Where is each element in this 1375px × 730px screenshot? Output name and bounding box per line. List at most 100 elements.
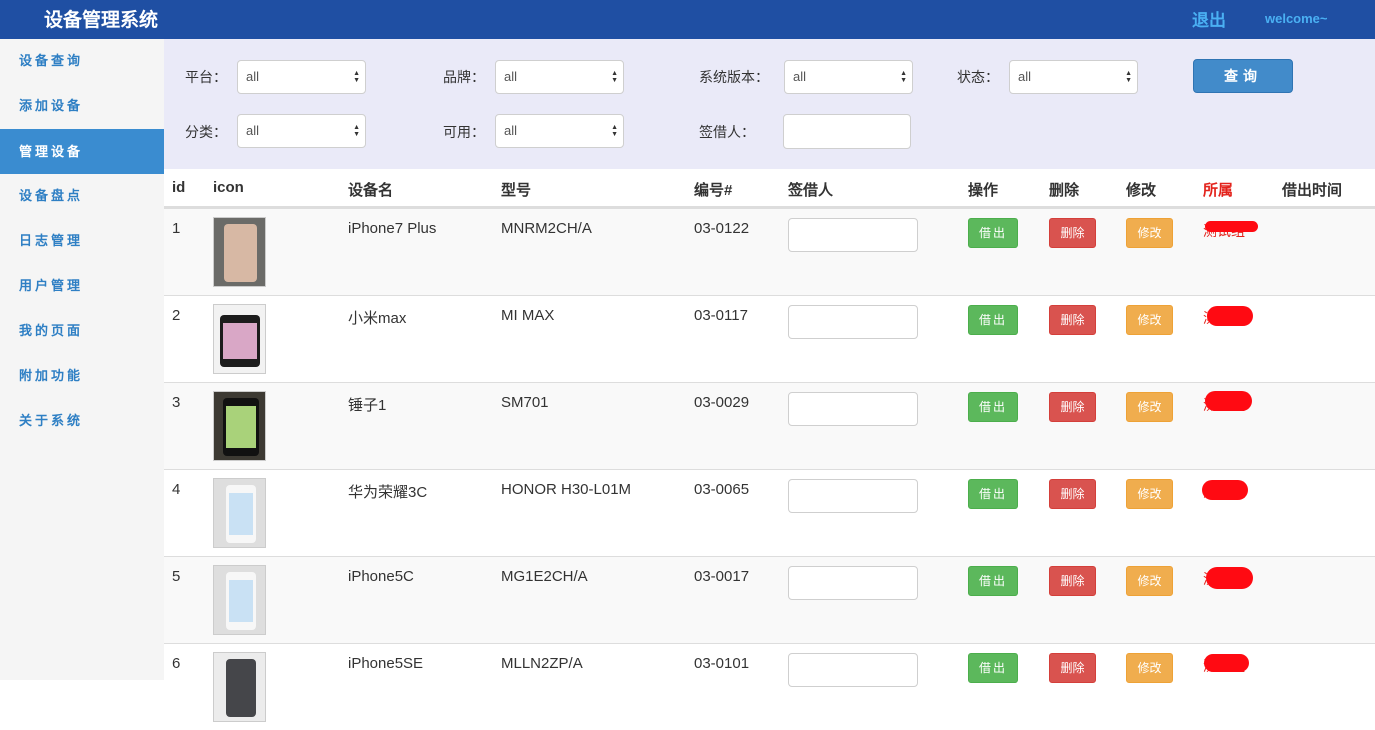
borrow-button[interactable]: 借出 <box>968 566 1018 596</box>
platform-select[interactable]: all ▲ ▼ <box>237 60 366 94</box>
welcome-text: welcome~ <box>1265 11 1328 26</box>
os-version-select[interactable]: all ▲ ▼ <box>784 60 913 94</box>
cell-device-name: 小米max <box>348 310 407 327</box>
phone-screen <box>229 493 253 535</box>
edit-button[interactable]: 修改 <box>1126 653 1173 683</box>
table-row: 6iPhone5SEMLLN2ZP/A03-0101借出删除修改测试组 <box>164 643 1375 730</box>
borrow-button[interactable]: 借出 <box>968 392 1018 422</box>
redaction-mark <box>1205 391 1252 411</box>
sidebar-item-8[interactable]: 关于系统 <box>0 398 164 443</box>
borrow-button[interactable]: 借出 <box>968 653 1018 683</box>
edit-button[interactable]: 修改 <box>1126 392 1173 422</box>
borrower-input[interactable] <box>788 218 918 252</box>
device-thumbnail <box>213 217 266 287</box>
borrower-input[interactable] <box>788 653 918 687</box>
device-thumbnail <box>213 652 266 722</box>
sidebar-item-5[interactable]: 用户管理 <box>0 263 164 308</box>
phone-shape <box>223 398 259 456</box>
table-row: 2小米maxMI MAX03-0117借出删除修改测试组 <box>164 295 1375 382</box>
column-header: icon <box>213 179 244 196</box>
cell-id: 1 <box>172 220 181 237</box>
cell-model: SM701 <box>501 394 549 411</box>
column-header: 修改 <box>1126 182 1157 199</box>
borrow-button[interactable]: 借出 <box>968 218 1018 248</box>
delete-button[interactable]: 删除 <box>1049 218 1096 248</box>
sidebar: 设备查询 添加设备 管理设备 设备盘点 日志管理 用户管理 我的页面 附加功能 关于系统 <box>0 39 164 680</box>
cell-id: 4 <box>172 481 181 498</box>
borrower-input[interactable] <box>788 479 918 513</box>
cell-id: 2 <box>172 307 181 324</box>
device-thumbnail <box>213 565 266 635</box>
category-select-value: all <box>246 123 260 138</box>
cell-code: 03-0029 <box>694 394 750 411</box>
borrow-button[interactable]: 借出 <box>968 305 1018 335</box>
query-button[interactable]: 查询 <box>1193 59 1293 93</box>
cell-id: 3 <box>172 394 181 411</box>
sidebar-item-4[interactable]: 日志管理 <box>0 218 164 263</box>
os-version-label: 系统版本： <box>699 69 769 85</box>
select-arrows-icon: ▲ ▼ <box>611 70 618 84</box>
cell-model: MNRM2CH/A <box>501 220 592 237</box>
delete-button[interactable]: 删除 <box>1049 566 1096 596</box>
delete-button[interactable]: 删除 <box>1049 305 1096 335</box>
brand-label: 品牌： <box>443 69 485 85</box>
redaction-mark <box>1202 480 1248 500</box>
sidebar-item-6[interactable]: 我的页面 <box>0 308 164 353</box>
borrower-input[interactable] <box>788 392 918 426</box>
cell-id: 5 <box>172 568 181 585</box>
cell-code: 03-0117 <box>694 307 748 324</box>
logout-link[interactable]: 退出 <box>1192 6 1226 31</box>
available-select-value: all <box>504 123 518 138</box>
sidebar-item-2[interactable]: 管理设备 <box>0 129 164 174</box>
phone-shape <box>226 485 256 543</box>
cell-model: HONOR H30-L01M <box>501 481 632 498</box>
column-header: 型号 <box>501 182 532 199</box>
table-row: 1iPhone7 PlusMNRM2CH/A03-0122借出删除修改测试组 <box>164 208 1375 295</box>
borrow-button[interactable]: 借出 <box>968 479 1018 509</box>
delete-button[interactable]: 删除 <box>1049 653 1096 683</box>
select-arrows-icon: ▲ ▼ <box>353 124 360 138</box>
cell-code: 03-0017 <box>694 568 750 585</box>
column-header: 所属 <box>1203 182 1234 199</box>
sidebar-item-3[interactable]: 设备盘点 <box>0 173 164 218</box>
column-header: 签借人 <box>788 182 834 199</box>
device-thumbnail <box>213 304 266 374</box>
device-thumbnail <box>213 391 266 461</box>
edit-button[interactable]: 修改 <box>1126 218 1173 248</box>
cell-model: MI MAX <box>501 307 555 324</box>
phone-shape <box>224 224 257 282</box>
status-select[interactable]: all ▲ ▼ <box>1009 60 1138 94</box>
sidebar-item-0[interactable]: 设备查询 <box>0 38 164 83</box>
borrower-input[interactable] <box>788 566 918 600</box>
delete-button[interactable]: 删除 <box>1049 392 1096 422</box>
phone-screen <box>226 406 256 448</box>
table-body: 1iPhone7 PlusMNRM2CH/A03-0122借出删除修改测试组2小… <box>164 208 1375 730</box>
phone-shape <box>220 315 260 367</box>
cell-model: MG1E2CH/A <box>501 568 588 585</box>
borrower-filter-label: 签借人： <box>699 124 755 140</box>
category-select[interactable]: all ▲ ▼ <box>237 114 366 148</box>
phone-screen <box>229 580 253 622</box>
column-header: 设备名 <box>348 182 394 199</box>
phone-shape <box>226 659 256 717</box>
delete-button[interactable]: 删除 <box>1049 479 1096 509</box>
brand-select[interactable]: all ▲ ▼ <box>495 60 624 94</box>
table-row: 5iPhone5CMG1E2CH/A03-0017借出删除修改测试组 <box>164 556 1375 643</box>
edit-button[interactable]: 修改 <box>1126 479 1173 509</box>
column-header: 删除 <box>1049 182 1080 199</box>
device-table: id icon 设备名 型号 编号# 签借人 操作 删除 修改 所属 借出时间 1 iPhone7 P… <box>164 169 1375 730</box>
edit-button[interactable]: 修改 <box>1126 566 1173 596</box>
sidebar-item-1[interactable]: 添加设备 <box>0 83 164 128</box>
available-select[interactable]: all ▲ ▼ <box>495 114 624 148</box>
cell-device-name: iPhone5C <box>348 568 414 585</box>
sidebar-item-7[interactable]: 附加功能 <box>0 353 164 398</box>
cell-code: 03-0122 <box>694 220 750 237</box>
cell-id: 6 <box>172 655 181 672</box>
edit-button[interactable]: 修改 <box>1126 305 1173 335</box>
available-label: 可用： <box>443 124 485 140</box>
redaction-mark <box>1204 654 1249 672</box>
table-header: id icon 设备名 型号 编号# 签借人 操作 删除 修改 所属 借出时间 <box>164 169 1375 208</box>
cell-device-name: iPhone7 Plus <box>348 220 437 237</box>
borrower-input[interactable] <box>788 305 918 339</box>
borrower-filter-input[interactable] <box>783 114 911 149</box>
